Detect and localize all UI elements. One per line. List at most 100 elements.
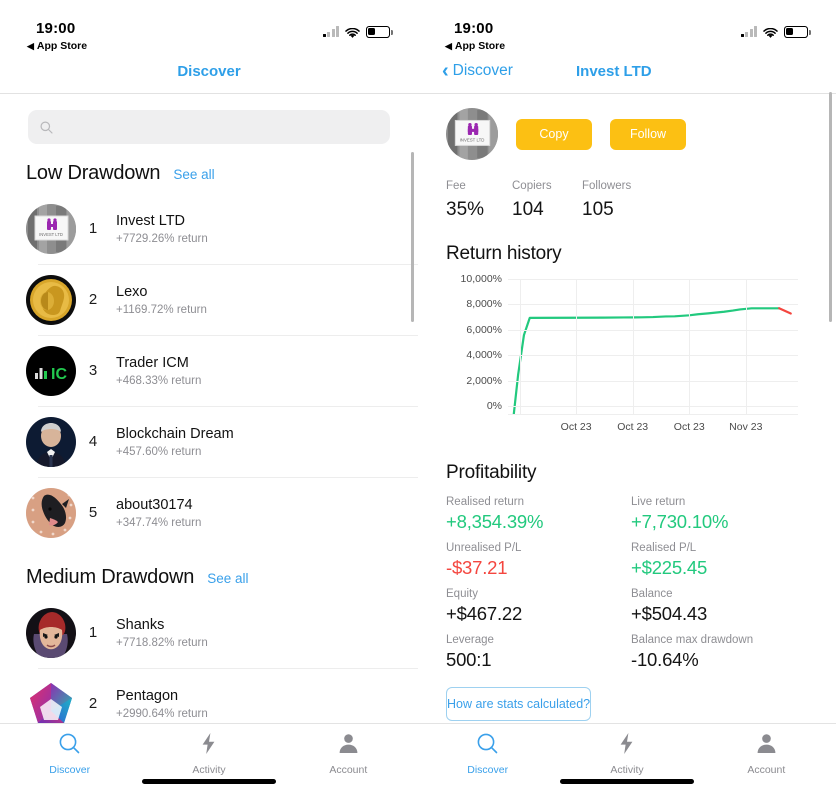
metric-value: -10.64% [631,649,699,670]
rank-number: 4 [88,433,98,450]
search-input[interactable] [59,119,378,135]
chart-series-line [779,308,791,313]
metric-value: +$225.45 [631,557,708,578]
profitability-grid: Realised return +8,354.39% Live return +… [418,484,836,671]
tab-label: Discover [467,764,509,776]
chart-y-tick-label: 6,000% [466,323,502,336]
chart-series-line [514,308,779,414]
trader-return: +457.60% return [116,445,202,458]
status-back-to-app-store[interactable]: ◀ App Store [445,40,505,52]
see-all-link-low-drawdown[interactable]: See all [173,167,214,182]
metric-equity: Equity +$467.22 [446,588,631,625]
back-triangle-icon: ◀ [445,40,452,51]
scrollbar-thumb-left[interactable] [411,152,414,322]
tab-bar-right: Discover Activity Account [418,723,836,795]
profile-header: INVEST LTD Copy Follow [418,94,836,160]
home-indicator [560,779,694,784]
list-item-text: Blockchain Dream +457.60% return [116,426,234,458]
metric-label: Live return [631,496,686,508]
trader-name: Invest LTD [116,212,186,229]
profitability-title: Profitability [446,462,537,483]
chart-gridline [576,279,578,414]
see-all-link-medium-drawdown[interactable]: See all [207,571,248,586]
tab-discover[interactable]: Discover [0,724,139,795]
chart-x-tick-label: Oct 23 [673,421,705,433]
stat-value: 104 [512,199,544,220]
tab-activity[interactable]: Activity [557,724,696,795]
metric-value: -$37.21 [446,557,508,578]
svg-text:IC: IC [51,366,67,383]
list-item[interactable]: 1 Shanks +7718.82% return [0,597,418,668]
follow-button[interactable]: Follow [610,118,686,150]
status-indicators [740,26,811,39]
section-title: Low Drawdown [26,162,161,184]
cellular-signal-icon [322,26,339,38]
list-item-text: Invest LTD +7729.26% return [116,213,208,245]
list-item[interactable]: 2 Lexo +1169.72% return [0,264,418,335]
search-icon [58,732,81,760]
avatar [26,678,76,729]
status-back-to-app-store[interactable]: ◀ App Store [27,40,87,52]
trader-name: Trader ICM [116,354,189,371]
tab-label: Account [747,764,786,776]
avatar: IC [26,345,76,396]
chart-y-tick-label: 8,000% [466,298,502,311]
back-triangle-icon: ◀ [27,40,34,51]
list-item[interactable]: 5 about30174 +347.74% return [0,477,418,548]
stat-label: Followers [582,180,632,192]
battery-icon [366,26,393,38]
back-label: Discover [452,62,513,79]
chart-gridline [689,279,691,414]
chart-gridline [508,329,798,331]
status-time: 19:00 [36,20,76,37]
chart-gridline [745,279,747,414]
metric-label: Realised P/L [631,542,697,554]
list-item[interactable]: 4 Blockchain Dream +457.60% return [0,406,418,477]
chart-y-tick-label: 10,000% [460,273,502,285]
rank-number: 2 [88,695,98,712]
metric-balance-max-drawdown: Balance max drawdown -10.64% [631,634,816,671]
list-item-text: Pentagon +2990.64% return [116,688,208,720]
search-bar[interactable] [28,110,390,144]
copy-button[interactable]: Copy [516,118,592,150]
tab-label: Activity [192,764,226,776]
trader-return: +2990.64% return [116,707,208,720]
metric-label: Equity [446,588,478,600]
chart-x-tick-label: Nov 23 [729,421,763,433]
metric-realised-pl: Realised P/L +$225.45 [631,542,816,579]
rank-number: 5 [88,504,98,521]
tab-activity[interactable]: Activity [139,724,278,795]
tab-account[interactable]: Account [697,724,836,795]
metric-value: +7,730.10% [631,511,729,532]
metric-label: Leverage [446,634,494,646]
list-item[interactable]: INVEST LTD 1 Invest LTD +7729.26% return [0,193,418,264]
chart-plot-area [508,279,798,415]
phone-trader-detail-screen: 19:00 ◀ App Store ‹ Discover Invest LTD [418,0,836,795]
tab-discover[interactable]: Discover [418,724,557,795]
chart-x-tick-label: Oct 23 [617,421,649,433]
search-icon [476,732,499,760]
scrollbar-thumb-right[interactable] [829,92,832,322]
back-button[interactable]: ‹ Discover [442,61,513,81]
list-item[interactable]: IC 3 Trader ICM +468.33% return [0,335,418,406]
trader-name: about30174 [116,496,193,513]
section-header-low-drawdown: Low Drawdown See all [0,144,418,193]
metric-balance: Balance +$504.43 [631,588,816,625]
status-bar-left: 19:00 ◀ App Store [0,0,418,58]
metric-live-return: Live return +7,730.10% [631,496,816,533]
metric-leverage: Leverage 500:1 [446,634,631,671]
chart-y-tick-label: 4,000% [466,349,502,362]
rank-number: 1 [88,220,98,237]
battery-icon [784,26,811,38]
stat-followers: Followers 105 [582,180,631,221]
chart-y-axis: 0% 2,000% 4,000% 6,000% 8,000% 10,000% [446,273,502,414]
stat-value: 35% [446,199,485,220]
status-indicators [322,26,393,39]
chart-gridline [508,304,798,306]
tab-bar-left: Discover Activity Account [0,723,418,795]
avatar: INVEST LTD [446,108,498,160]
stat-label: Fee [446,180,466,192]
how-are-stats-calculated-button[interactable]: How are stats calculated? [446,687,592,721]
tab-account[interactable]: Account [279,724,418,795]
chart-y-tick-label: 2,000% [466,374,502,387]
